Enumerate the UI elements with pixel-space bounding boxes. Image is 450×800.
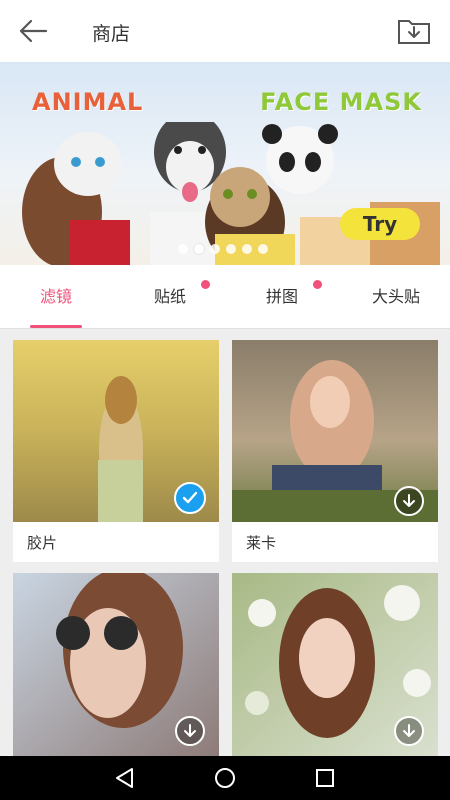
promo-banner[interactable]: ANIMAL FACE MASK Try [0, 62, 450, 265]
filter-card[interactable]: 胶片 [13, 340, 219, 562]
circle-home-icon [215, 768, 235, 788]
nav-recents-button[interactable] [295, 756, 355, 800]
category-tabs: 滤镜 贴纸 拼图 大头贴 [0, 265, 450, 329]
filter-card[interactable] [13, 573, 219, 756]
filter-card[interactable] [232, 573, 438, 756]
download-icon[interactable] [175, 716, 205, 746]
carousel-dot[interactable] [242, 244, 252, 254]
selected-check-icon [174, 482, 206, 514]
carousel-dot[interactable] [226, 244, 236, 254]
tab-collage[interactable]: 拼图 [252, 265, 312, 329]
square-recents-icon [316, 769, 334, 787]
triangle-back-icon [116, 768, 133, 788]
banner-title-word1: ANIMAL [32, 88, 144, 116]
folder-download-icon [398, 20, 430, 44]
system-navigation-bar [0, 756, 450, 800]
filter-name: 莱卡 [246, 534, 277, 552]
carousel-dot[interactable] [258, 244, 268, 254]
stickers-new-badge [201, 280, 210, 289]
downloads-button[interactable] [396, 16, 432, 46]
back-button[interactable] [14, 14, 54, 48]
carousel-dot-active[interactable] [194, 244, 204, 254]
carousel-indicator [178, 244, 268, 254]
filter-name: 胶片 [27, 534, 58, 552]
back-arrow-icon [19, 19, 48, 43]
download-icon[interactable] [394, 716, 424, 746]
tab-filters[interactable]: 滤镜 [26, 265, 86, 329]
banner-title-word2: FACE MASK [260, 88, 422, 116]
collage-new-badge [313, 280, 322, 289]
download-icon[interactable] [394, 486, 424, 516]
filter-card[interactable]: 莱卡 [232, 340, 438, 562]
nav-back-button[interactable] [95, 756, 155, 800]
filter-grid: 胶片 莱卡 [0, 330, 450, 756]
active-tab-underline [30, 325, 82, 328]
nav-home-button[interactable] [195, 756, 255, 800]
banner-title: ANIMAL FACE MASK [32, 88, 422, 116]
carousel-dot[interactable] [210, 244, 220, 254]
try-button[interactable]: Try [340, 208, 420, 240]
top-bar: 商店 [0, 0, 450, 62]
carousel-dot[interactable] [178, 244, 188, 254]
tab-stickers[interactable]: 贴纸 [140, 265, 200, 329]
tab-photo-booth[interactable]: 大头贴 [356, 265, 436, 329]
page-title: 商店 [92, 23, 131, 45]
